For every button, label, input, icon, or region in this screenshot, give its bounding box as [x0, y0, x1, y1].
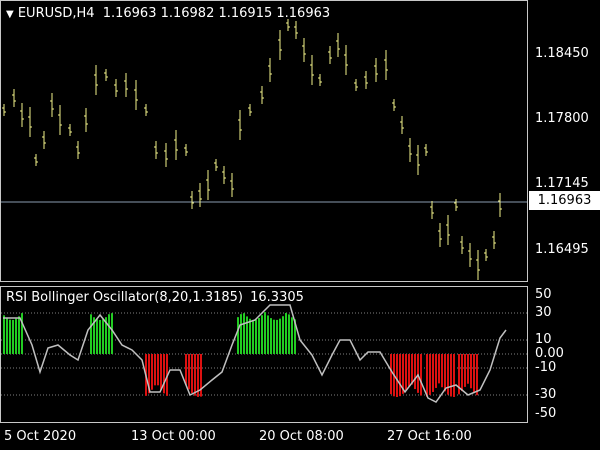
- symbol-label: EURUSD,H4: [17, 6, 95, 21]
- indicator-axis-label: -50: [535, 406, 557, 421]
- time-axis-label: 5 Oct 2020: [4, 429, 77, 444]
- collapse-triangle-icon[interactable]: ▼: [6, 9, 14, 20]
- indicator-value: 16.3305: [250, 290, 304, 305]
- indicator-axis-label: -10: [535, 360, 557, 375]
- current-price-tag: 1.16963: [529, 191, 600, 210]
- chart-window: ▼ EURUSD,H4 1.16963 1.16982 1.16915 1.16…: [0, 0, 600, 450]
- indicator-header: RSI Bollinger Oscillator(8,20,1.3185) 16…: [6, 290, 304, 305]
- price-axis-label: 1.18450: [535, 46, 589, 61]
- price-axis-label: 1.17800: [535, 111, 589, 126]
- price-axis-label: 1.17145: [535, 176, 589, 191]
- indicator-axis-label: 30: [535, 305, 552, 320]
- indicator-axis-label: 50: [535, 287, 552, 302]
- indicator-axis-label: 10: [535, 332, 552, 347]
- indicator-pane[interactable]: [0, 286, 528, 423]
- time-axis-label: 20 Oct 08:00: [259, 429, 344, 444]
- indicator-name: RSI Bollinger Oscillator(8,20,1.3185): [6, 290, 243, 305]
- indicator-axis-label: 0.00: [535, 346, 564, 361]
- ohlc-values: 1.16963 1.16982 1.16915 1.16963: [102, 6, 331, 21]
- time-axis-label: 27 Oct 16:00: [387, 429, 472, 444]
- indicator-axis-label: -30: [535, 387, 557, 402]
- time-axis-label: 13 Oct 00:00: [131, 429, 216, 444]
- chart-header: ▼ EURUSD,H4 1.16963 1.16982 1.16915 1.16…: [6, 6, 330, 21]
- price-axis-label: 1.16495: [535, 242, 589, 257]
